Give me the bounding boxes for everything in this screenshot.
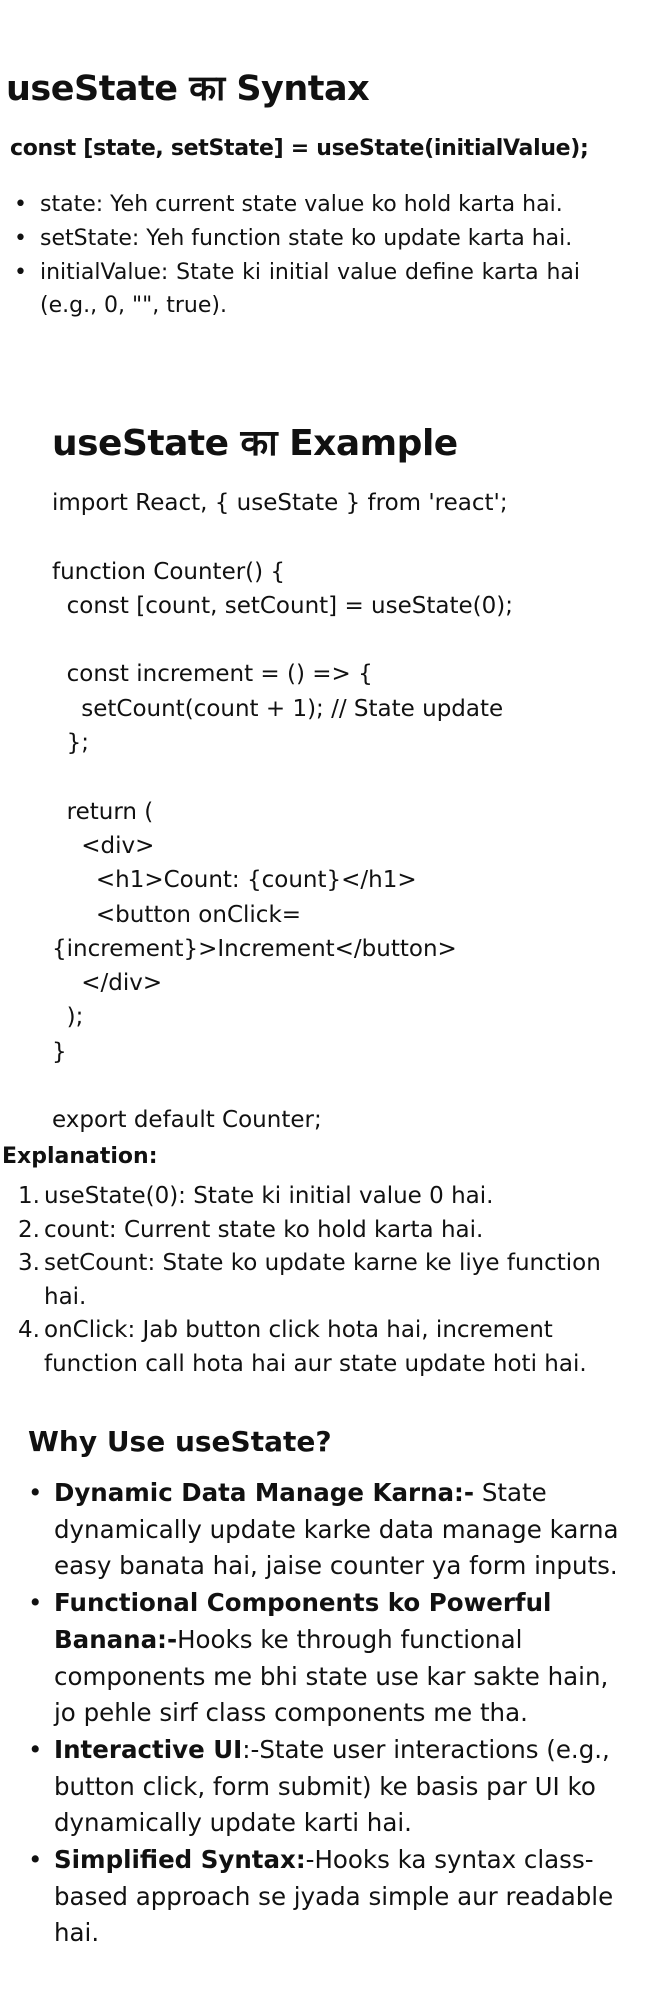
list-item: 3. setCount: State ko update karne ke liy…	[18, 1247, 628, 1314]
syntax-code-line: const [state, setState] = useState(initi…	[10, 136, 589, 161]
list-item: Dynamic Data Manage Karna:- State dynami…	[26, 1475, 636, 1585]
list-item: Functional Components ko Powerful Banana…	[26, 1585, 636, 1732]
list-number: 3.	[18, 1250, 40, 1276]
list-item: setState: Yeh function state ko update k…	[10, 222, 580, 255]
syntax-section-title: useState का Syntax	[6, 69, 370, 109]
list-item-text: onClick: Jab button click hota hai, incr…	[44, 1317, 587, 1377]
list-item: Simplified Syntax:-Hooks ka syntax class…	[26, 1842, 636, 1952]
list-item-text: useState(0): State ki initial value 0 ha…	[44, 1183, 494, 1209]
example-section-title: useState का Example	[52, 423, 458, 464]
explanation-list: 1. useState(0): State ki initial value 0 …	[18, 1180, 628, 1381]
list-item: 2. count: Current state ko hold karta hai…	[18, 1214, 628, 1248]
list-number: 1.	[18, 1183, 40, 1209]
syntax-parameter-list: state: Yeh current state value ko hold k…	[10, 188, 580, 323]
list-item-text: count: Current state ko hold karta hai.	[44, 1216, 484, 1243]
list-item: 4. onClick: Jab button click hota hai, in…	[18, 1314, 628, 1381]
list-item: 1. useState(0): State ki initial value 0 …	[18, 1180, 628, 1214]
why-section-title: Why Use useState?	[28, 1425, 332, 1458]
list-number: 2.	[18, 1216, 40, 1243]
list-item-text: setCount: State ko update karne ke liye …	[44, 1250, 601, 1310]
example-code-block: import React, { useState } from 'react';…	[52, 490, 513, 1134]
list-number: 4.	[18, 1317, 40, 1343]
reason-heading: Simplified Syntax:	[54, 1845, 306, 1875]
list-item: state: Yeh current state value ko hold k…	[10, 188, 580, 221]
list-item: initialValue: State ki initial value def…	[10, 256, 580, 322]
why-reasons-list: Dynamic Data Manage Karna:- State dynami…	[26, 1475, 636, 1952]
explanation-heading: Explanation:	[2, 1144, 158, 1169]
reason-heading: Dynamic Data Manage Karna:-	[54, 1478, 475, 1507]
reason-heading: Interactive UI	[54, 1734, 243, 1764]
list-item: Interactive UI:-State user interactions …	[26, 1732, 636, 1842]
